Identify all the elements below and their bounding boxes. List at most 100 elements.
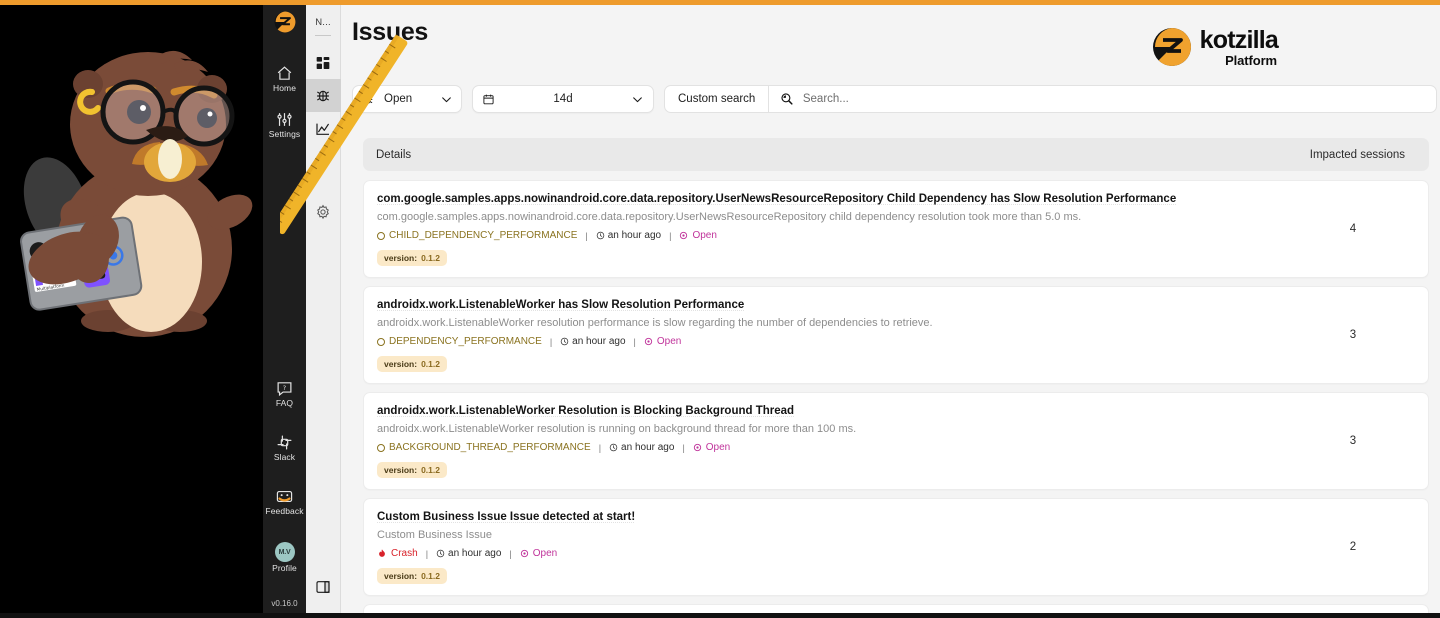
sliders-icon [277,113,292,126]
issue-meta: CHILD_DEPENDENCY_PERFORMANCE | an hour ago… [377,230,1278,241]
issue-type: DEPENDENCY_PERFORMANCE [377,336,542,347]
brand-logo: kotzilla Platform [1152,27,1279,67]
bug-icon [317,90,329,101]
meta-separator: | [669,230,672,241]
version-badge-label: version: [384,571,418,581]
dashboard-grid-icon [316,56,330,69]
sidebar-item-feedback-label: Feedback [265,506,304,516]
open-state-icon [693,443,701,452]
issue-time-label: an hour ago [572,336,626,347]
sidebar-bottom-group: ? FAQ Slack Feedback M.V Profile v0.16.0 [263,380,306,618]
table-row[interactable]: java.lang.RuntimeException: Unable to cr… [363,604,1429,613]
meta-separator: | [682,442,685,453]
chevron-down-icon [442,96,451,102]
column-header-sessions: Impacted sessions [1309,148,1405,161]
sidebar-item-profile-label: Profile [272,563,297,573]
issue-meta: BACKGROUND_THREAD_PERFORMANCE | an hour ag… [377,442,1278,453]
version-badge-value: 0.1.2 [421,253,440,263]
table-row[interactable]: androidx.work.ListenableWorker has Slow … [363,286,1429,384]
issue-title[interactable]: com.google.samples.apps.nowinandroid.cor… [377,193,1278,205]
chart-line-icon [316,123,329,135]
version-badge: version: 0.1.2 [377,356,447,372]
version-badge: version: 0.1.2 [377,250,447,266]
secondary-nav-rail: N... [305,5,341,613]
issue-time: an hour ago [596,230,661,241]
search-input[interactable] [802,93,1426,105]
issue-description: androidx.work.ListenableWorker resolutio… [377,317,933,329]
primary-sidebar: Home Settings ? FAQ Slack Feedback M.V P… [263,0,306,618]
rail-item-analytics[interactable] [306,112,341,145]
calendar-icon [483,94,494,104]
table-row[interactable]: Custom Business Issue Issue detected at … [363,498,1429,596]
rail-item-settings[interactable] [306,195,341,228]
meta-separator: | [509,548,512,559]
issue-type: CHILD_DEPENDENCY_PERFORMANCE [377,230,577,241]
sidebar-item-profile[interactable]: M.V Profile [263,542,306,573]
issue-type-label: Crash [391,548,418,559]
bug-icon [362,94,373,104]
top-accent-bar [0,0,1440,5]
custom-search-button[interactable]: Custom search [664,85,769,113]
issue-time-label: an hour ago [607,230,662,241]
issue-title[interactable]: Custom Business Issue Issue detected at … [377,511,1278,523]
svg-text:?: ? [283,384,286,392]
issue-type-label: DEPENDENCY_PERFORMANCE [389,336,542,347]
search-group: Custom search [664,85,1438,113]
issue-description: com.google.samples.apps.nowinandroid.cor… [377,211,1082,223]
table-row[interactable]: com.google.samples.apps.nowinandroid.cor… [363,180,1429,278]
issue-state: Open [693,442,730,453]
issue-title[interactable]: androidx.work.ListenableWorker Resolutio… [377,405,1278,417]
impacted-sessions-count: 2 [1349,541,1357,553]
issue-state-label: Open [532,548,558,559]
bottom-bar [0,613,1440,618]
mascot-stage: Kotlin Multiplatform [0,0,263,618]
home-icon [277,66,292,80]
sidebar-item-settings[interactable]: Settings [263,111,306,139]
status-filter-inner: Open [361,93,412,106]
beaver-mascot: Kotlin Multiplatform [20,50,253,337]
table-row[interactable]: androidx.work.ListenableWorker Resolutio… [363,392,1429,490]
performance-type-icon [377,443,385,452]
issue-type-label: BACKGROUND_THREAD_PERFORMANCE [389,442,591,453]
issue-title[interactable]: androidx.work.ListenableWorker has Slow … [377,299,1278,311]
column-header-details: Details [376,148,412,161]
rail-item-dashboard[interactable] [306,46,341,79]
sidebar-item-slack-label: Slack [273,452,296,462]
meta-separator: | [633,336,636,347]
flame-icon [379,549,385,557]
open-state-icon [520,549,528,558]
sidebar-item-feedback[interactable]: Feedback [263,488,306,516]
issue-state-label: Open [656,336,682,347]
issue-state: Open [520,548,557,559]
sidebar-item-faq[interactable]: ? FAQ [263,380,306,408]
meta-separator: | [425,548,429,559]
question-bubble-icon: ? [277,382,292,397]
rail-item-panel-toggle[interactable] [306,570,341,603]
issue-state-label: Open [692,230,717,241]
kotzilla-logo-icon[interactable] [274,11,296,33]
performance-type-icon [377,337,385,346]
rail-item-issues[interactable] [305,79,341,112]
chevron-down-icon [633,96,642,102]
gear-icon [317,204,329,219]
sidebar-item-home[interactable]: Home [263,65,306,93]
date-range-dropdown[interactable]: 14d [472,85,654,113]
rail-project-name: N... [315,17,331,28]
issue-description: androidx.work.ListenableWorker resolutio… [377,423,857,435]
issue-description: Custom Business Issue [377,529,492,541]
sidebar-item-settings-label: Settings [268,129,301,139]
issue-time: an hour ago [436,548,501,559]
status-filter-dropdown[interactable]: Open [352,85,462,113]
meta-separator: | [585,230,588,241]
clock-icon [560,337,569,346]
clock-icon [596,231,604,240]
feedback-icon [276,490,293,503]
status-filter-label: Open [384,93,413,105]
impacted-sessions-count: 4 [1349,223,1357,235]
panel-toggle-icon [316,580,330,593]
sidebar-item-slack[interactable]: Slack [263,434,306,462]
version-badge-label: version: [384,465,418,475]
issue-meta: DEPENDENCY_PERFORMANCE | an hour ago | Open [377,336,1278,347]
meta-separator: | [598,442,602,453]
table-header: Details Impacted sessions [363,138,1429,171]
